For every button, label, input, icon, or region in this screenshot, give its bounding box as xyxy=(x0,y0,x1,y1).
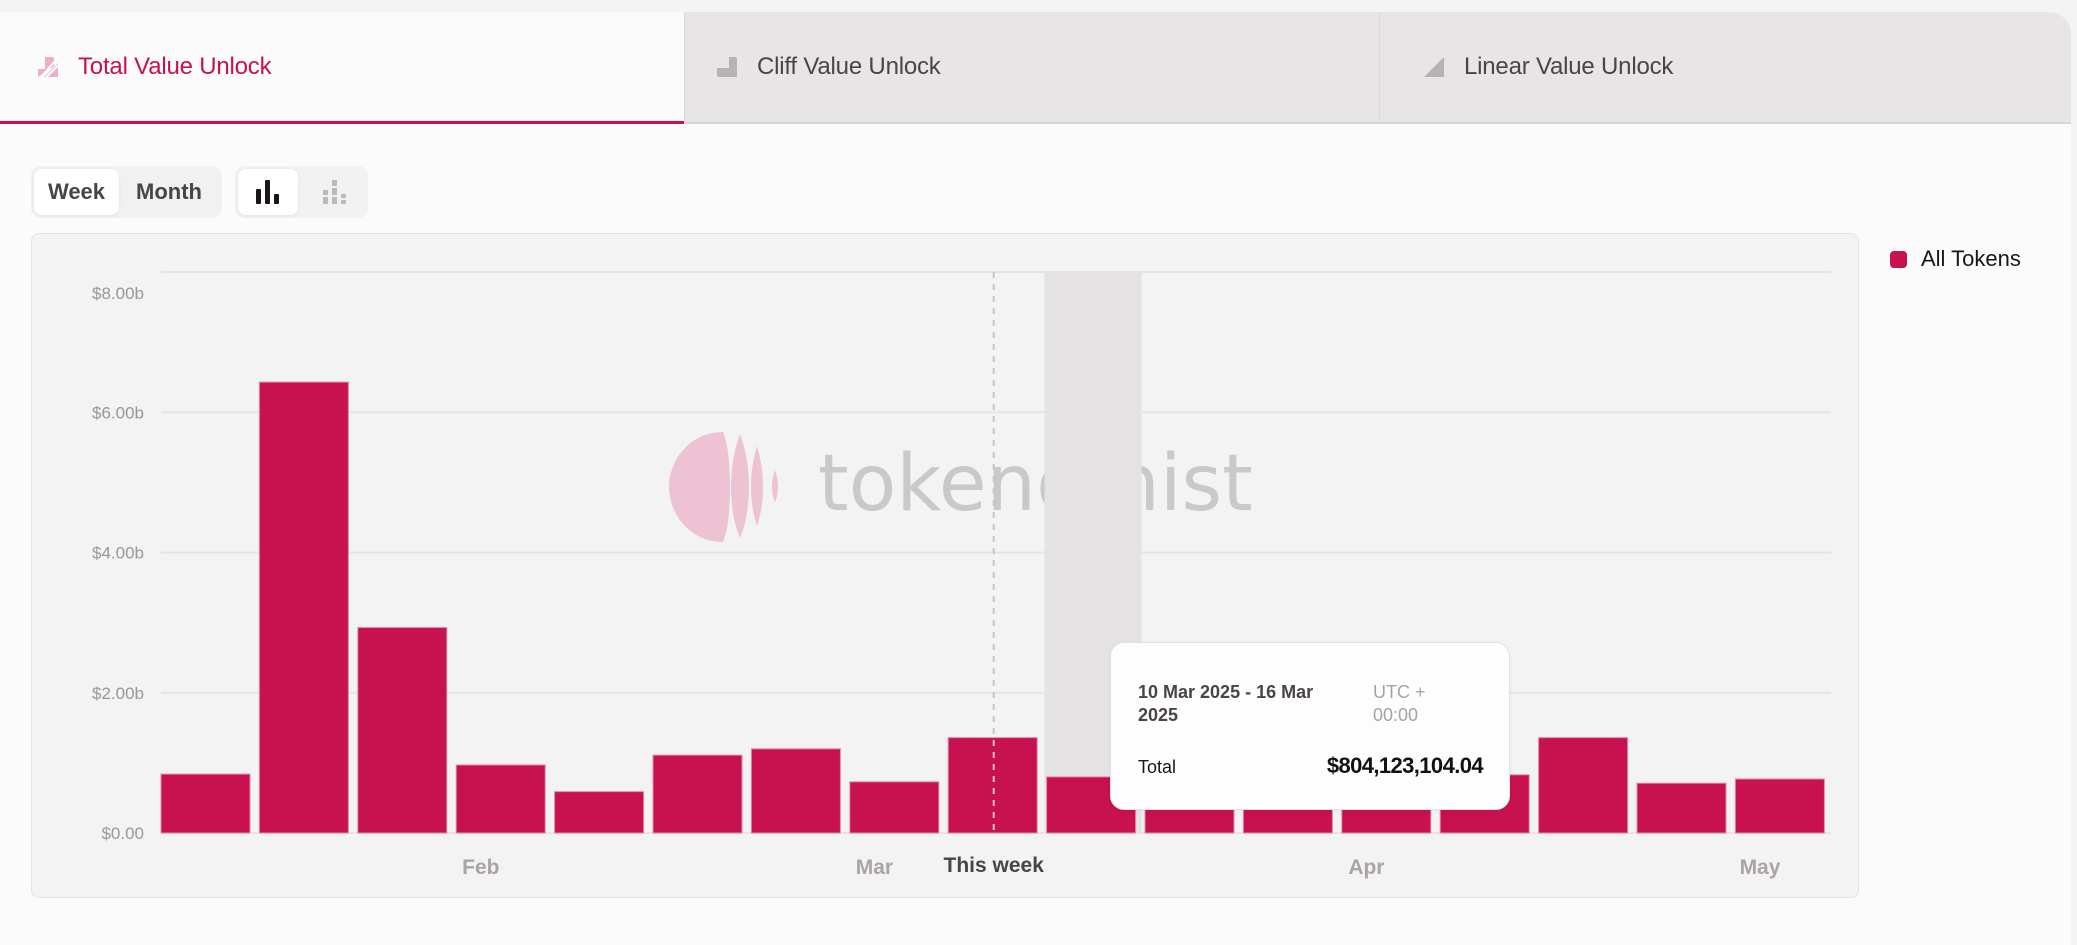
tooltip-timezone: UTC + 00:00 xyxy=(1373,682,1426,725)
tooltip-total-value: $804,123,104.04 xyxy=(1326,753,1484,778)
y-axis: $0.00 $2.00b $4.00b $6.00b $8.00b xyxy=(92,284,144,843)
tooltip-total-label: Total xyxy=(1138,757,1177,777)
legend-swatch xyxy=(1890,250,1907,268)
y-tick-label: $2.00b xyxy=(92,684,144,703)
bar[interactable] xyxy=(750,748,841,834)
bar[interactable] xyxy=(1734,778,1825,834)
x-tick-label: Mar xyxy=(856,856,893,879)
tooltip-date-range: 10 Mar 2025 - 16 Mar 2025 xyxy=(1138,682,1314,725)
bar[interactable] xyxy=(947,737,1038,834)
x-tick-label: May xyxy=(1740,856,1781,879)
y-tick-label: $4.00b xyxy=(92,544,144,563)
y-tick-label: $6.00b xyxy=(92,403,144,422)
bar[interactable] xyxy=(357,627,448,834)
y-tick-label: $0.00 xyxy=(101,824,144,843)
x-tick-label: Feb xyxy=(462,856,499,879)
x-tick-label: Apr xyxy=(1348,856,1384,879)
bar[interactable] xyxy=(554,791,645,834)
watermark: tokenomist xyxy=(669,432,1253,542)
watermark-logo-icon xyxy=(669,432,778,542)
bar[interactable] xyxy=(1636,782,1727,834)
x-axis: Feb Mar Apr May This week xyxy=(462,854,1781,879)
y-tick-label: $8.00b xyxy=(92,284,144,303)
bar[interactable] xyxy=(455,764,546,834)
bar[interactable] xyxy=(1538,737,1629,834)
bar[interactable] xyxy=(160,773,251,834)
bar[interactable] xyxy=(258,381,349,834)
legend: All Tokens xyxy=(1890,246,2021,272)
bar[interactable] xyxy=(849,781,940,834)
unlock-bar-chart: tokenomist $0.00 $2.00b $4.00b $6.00b $8.00b… xyxy=(92,271,1831,879)
current-week-label: This week xyxy=(944,854,1045,877)
legend-label-all-tokens[interactable]: All Tokens xyxy=(1921,246,2021,272)
bar[interactable] xyxy=(652,754,743,834)
chart-tooltip: 10 Mar 2025 - 16 Mar 2025 UTC + 00:00 To… xyxy=(1110,642,1510,810)
watermark-text: tokenomist xyxy=(818,439,1253,529)
